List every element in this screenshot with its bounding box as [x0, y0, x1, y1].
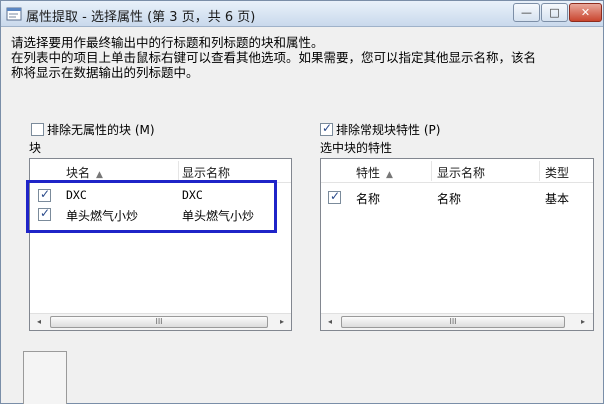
exclude-properties-label: 排除常规块特性 (P): [336, 123, 441, 137]
property-row-name[interactable]: 名称 名称 基本: [321, 188, 593, 207]
type-cell: 基本: [545, 192, 570, 206]
exclude-properties-checkbox[interactable]: [320, 121, 333, 136]
window-title: 属性提取 - 选择属性 (第 3 页，共 6 页): [26, 10, 256, 25]
instruction-line-2: 在列表中的项目上单击鼠标右键可以查看其他选项。如果需要，您可以指定其他显示名称，…: [11, 50, 537, 65]
column-divider[interactable]: [178, 161, 179, 181]
maximize-button[interactable]: □: [541, 3, 568, 22]
blocks-horizontal-scrollbar[interactable]: ◂ III ▸: [30, 313, 291, 330]
instruction-line-1: 请选择要用作最终输出中的行标题和列标题的块和属性。: [11, 35, 324, 50]
block-preview: [23, 351, 67, 404]
properties-list-header: 特性 ▲ 显示名称 类型: [321, 159, 593, 183]
column-header-property[interactable]: 特性 ▲: [356, 164, 393, 181]
minimize-icon: —: [521, 6, 532, 19]
column-header-type[interactable]: 类型: [545, 164, 569, 181]
properties-group-label: 选中块的特性: [320, 141, 393, 155]
property-header-label: 特性: [356, 166, 381, 180]
properties-list[interactable]: 特性 ▲ 显示名称 类型 名称 名称 基本 ◂ III ▸: [320, 158, 594, 331]
exclude-blocks-checkbox[interactable]: [31, 123, 44, 136]
attribute-extraction-dialog: 属性提取 - 选择属性 (第 3 页，共 6 页) — □ ✕ 请选择要用作最终…: [0, 0, 604, 404]
properties-horizontal-scrollbar[interactable]: ◂ III ▸: [321, 313, 593, 330]
column-divider[interactable]: [539, 161, 540, 181]
scroll-thumb[interactable]: III: [50, 316, 268, 328]
window-app-icon: [6, 7, 22, 21]
column-header-block-name[interactable]: 块名 ▲: [66, 164, 103, 181]
sort-ascending-icon: ▲: [96, 170, 103, 180]
scroll-left-icon[interactable]: ◂: [33, 317, 45, 328]
exclude-blocks-label: 排除无属性的块 (M): [47, 123, 155, 137]
property-cell: 名称: [356, 192, 381, 206]
exclude-blocks-without-attributes-option[interactable]: 排除无属性的块 (M): [31, 121, 155, 138]
blocks-group-label: 块: [29, 141, 42, 155]
close-icon: ✕: [580, 6, 591, 19]
maximize-icon: □: [549, 6, 560, 19]
column-header-display-name[interactable]: 显示名称: [437, 164, 485, 181]
column-divider[interactable]: [431, 161, 432, 181]
sort-ascending-icon: ▲: [386, 170, 393, 180]
column-header-display-name[interactable]: 显示名称: [182, 164, 230, 181]
title-bar[interactable]: 属性提取 - 选择属性 (第 3 页，共 6 页) — □ ✕: [1, 1, 603, 27]
scroll-right-icon[interactable]: ▸: [276, 317, 288, 328]
block-name-header-label: 块名: [66, 166, 91, 180]
scroll-thumb[interactable]: III: [341, 316, 565, 328]
display-name-cell[interactable]: 名称: [437, 190, 461, 207]
exclude-standard-block-properties-option[interactable]: 排除常规块特性 (P): [320, 121, 440, 138]
minimize-button[interactable]: —: [513, 3, 540, 22]
instruction-line-3: 称将显示在数据输出的列标题中。: [11, 65, 199, 80]
scroll-right-icon[interactable]: ▸: [577, 317, 589, 328]
close-button[interactable]: ✕: [569, 3, 602, 22]
instruction-text: 请选择要用作最终输出中的行标题和列标题的块和属性。 在列表中的项目上单击鼠标右键…: [11, 35, 597, 80]
scroll-left-icon[interactable]: ◂: [324, 317, 336, 328]
property-row-checkbox[interactable]: [328, 189, 341, 204]
selected-blocks-highlight: [26, 180, 277, 233]
